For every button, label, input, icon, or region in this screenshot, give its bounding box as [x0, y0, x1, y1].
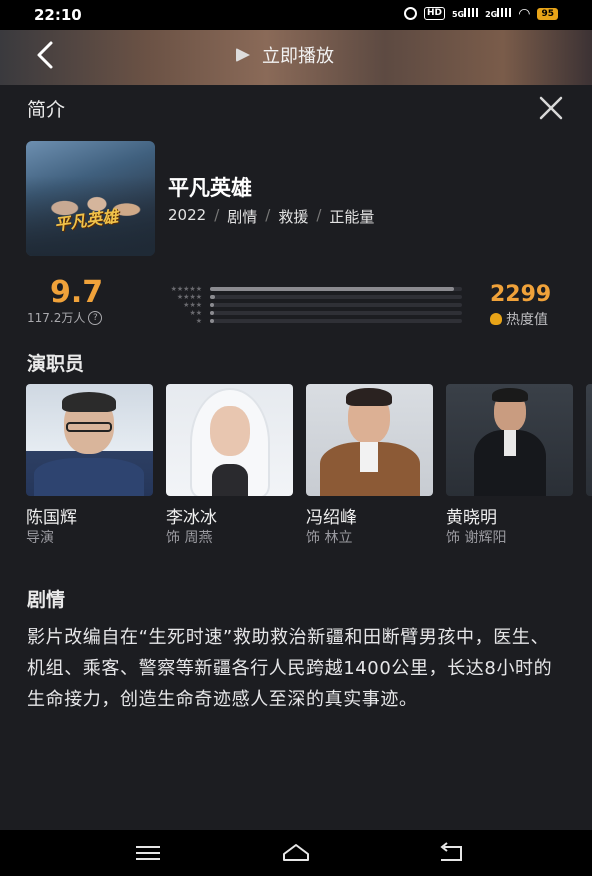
- cast-card-partial[interactable]: [586, 384, 592, 496]
- status-icons: HD 5G 2G ◠ 95: [403, 5, 558, 22]
- movie-meta: 2022 / 剧情 / 救援 / 正能量: [168, 206, 374, 227]
- cast-name: 冯绍峰: [306, 508, 357, 528]
- meta-separator: /: [214, 206, 220, 224]
- cast-photo: [446, 384, 573, 496]
- cast-photo: [26, 384, 153, 496]
- cast-name: 黄晓明: [446, 508, 497, 528]
- alarm-icon: [403, 7, 417, 20]
- movie-year: 2022: [168, 206, 207, 224]
- close-icon: [539, 96, 563, 120]
- status-time: 22:10: [34, 6, 82, 24]
- cast-card[interactable]: 冯绍峰 饰 林立: [306, 384, 433, 546]
- signal-bars-icon: [464, 8, 479, 17]
- rating-bar-1: [210, 319, 462, 323]
- movie-title: 平凡英雄: [168, 176, 252, 200]
- glasses-icon: [66, 422, 112, 432]
- heat-label-text: 热度值: [506, 312, 548, 328]
- cast-card[interactable]: 李冰冰 饰 周燕: [166, 384, 293, 546]
- cast-role: 饰 谢辉阳: [446, 530, 507, 546]
- signal-bars-icon: [497, 8, 512, 17]
- wifi-icon: ◠: [518, 5, 531, 22]
- rating-bar-5: [210, 287, 462, 291]
- cast-name: 陈国辉: [26, 508, 77, 528]
- menu-button[interactable]: [133, 841, 163, 865]
- rating-bar-2: [210, 311, 462, 315]
- cast-role: 饰 林立: [306, 530, 353, 546]
- return-icon: [440, 842, 462, 861]
- star-row-2: ★★: [189, 309, 202, 317]
- signal-2g-label: 2G: [485, 10, 498, 19]
- flame-icon: [490, 313, 502, 325]
- cast-photo: [306, 384, 433, 496]
- hd-icon: HD: [423, 7, 445, 20]
- movie-poster[interactable]: 平凡英雄: [26, 141, 155, 256]
- cast-card[interactable]: 陈国辉 导演: [26, 384, 153, 546]
- rating-bar-4: [210, 295, 462, 299]
- cast-role: 饰 周燕: [166, 530, 213, 546]
- play-now-label: 立即播放: [262, 46, 334, 67]
- menu-icon: [136, 846, 160, 860]
- movie-tag: 正能量: [329, 208, 375, 226]
- signal-5g-label: 5G: [451, 10, 465, 19]
- play-icon: [236, 48, 250, 62]
- star-row-4: ★★★★: [176, 293, 202, 301]
- chevron-left-icon: [37, 41, 53, 69]
- signal-5g-icon: 5G: [451, 8, 479, 19]
- rating-bar-fill: [210, 295, 216, 299]
- cast-photo: [586, 384, 592, 496]
- person-collar: [360, 442, 378, 472]
- battery-icon: 95: [537, 7, 558, 20]
- person-body: [34, 458, 144, 496]
- rating-bar-3: [210, 303, 462, 307]
- cast-name: 李冰冰: [166, 508, 217, 528]
- rating-bar-fill: [210, 287, 455, 291]
- cast-list[interactable]: 陈国辉 导演 李冰冰 饰 周燕 冯绍峰 饰 林立 黄晓明 饰 谢辉阳: [26, 384, 592, 554]
- close-button[interactable]: [538, 95, 564, 121]
- help-icon[interactable]: ?: [88, 310, 103, 325]
- home-icon: [283, 844, 309, 861]
- back-nav-button[interactable]: [437, 841, 467, 865]
- movie-tag: 救援: [278, 208, 309, 226]
- star-labels: ★★★★★ ★★★★ ★★★ ★★ ★: [146, 286, 202, 325]
- rating-count: 117.2万人 ?: [27, 309, 103, 326]
- navigation-bar: [0, 830, 592, 876]
- play-now-button[interactable]: 立即播放: [236, 42, 334, 68]
- rating-score: 9.7: [50, 275, 104, 310]
- star-row-5: ★★★★★: [170, 285, 202, 293]
- plot-title: 剧情: [27, 589, 66, 611]
- person-shirt: [504, 430, 516, 456]
- person-hair: [346, 388, 392, 406]
- star-row-3: ★★★: [183, 301, 202, 309]
- rating-distribution: [210, 287, 462, 327]
- rating-bar-fill: [210, 303, 214, 307]
- rating-count-label: 117.2万人: [27, 311, 86, 325]
- heat-value: 2299: [490, 282, 552, 307]
- cast-card[interactable]: 黄晓明 饰 谢辉阳: [446, 384, 573, 546]
- cast-photo: [166, 384, 293, 496]
- meta-separator: /: [265, 206, 271, 224]
- rating-bar-fill: [210, 311, 214, 315]
- status-bar: 22:10 HD 5G 2G ◠ 95: [0, 0, 592, 30]
- cast-title: 演职员: [27, 353, 85, 375]
- person-body: [212, 464, 248, 496]
- signal-2g-icon: 2G: [485, 8, 512, 19]
- heat-label: 热度值: [490, 309, 548, 329]
- meta-separator: /: [316, 206, 322, 224]
- header-banner: 立即播放: [0, 30, 592, 85]
- star-row-1: ★: [195, 317, 202, 325]
- plot-text: 影片改编自在“生死时速”救助救治新疆和田断臂男孩中，医生、机组、乘客、警察等新疆…: [27, 627, 553, 710]
- rating-bar-fill: [210, 319, 214, 323]
- back-button[interactable]: [30, 38, 64, 72]
- movie-tag: 剧情: [227, 208, 258, 226]
- cast-role: 导演: [26, 530, 54, 546]
- person-head: [210, 406, 250, 456]
- person-hair: [492, 388, 528, 402]
- person-hair: [62, 392, 116, 412]
- intro-title: 简介: [27, 99, 66, 121]
- home-button[interactable]: [281, 841, 311, 865]
